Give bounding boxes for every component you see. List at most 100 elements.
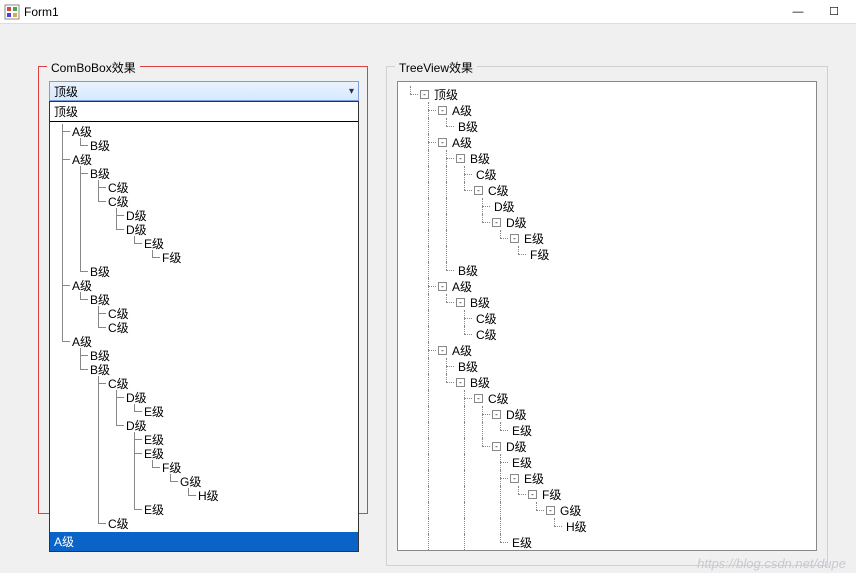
tree-item[interactable]: B级: [402, 262, 812, 278]
expander-icon[interactable]: -: [510, 474, 519, 483]
expander-icon[interactable]: -: [492, 218, 501, 227]
tree-node: -B级C级C级: [402, 294, 812, 342]
tree-node: -D级E级-E级-F级-G级H级E级: [402, 438, 812, 550]
tree-item[interactable]: -D级: [402, 214, 812, 230]
tree-item[interactable]: E级: [402, 534, 812, 550]
tree-item[interactable]: F级: [402, 246, 812, 262]
expander-icon[interactable]: -: [492, 442, 501, 451]
combo-tree-item[interactable]: D级: [54, 390, 354, 404]
tree-item[interactable]: -顶级: [402, 86, 812, 102]
combo-tree-item[interactable]: C级: [54, 516, 354, 530]
tree-item[interactable]: C级: [402, 326, 812, 342]
tree-item[interactable]: H级: [402, 518, 812, 534]
expander-icon[interactable]: -: [456, 378, 465, 387]
tree-item[interactable]: -B级: [402, 374, 812, 390]
tree-item-label: C级: [486, 390, 511, 407]
combo-tree-item[interactable]: B级: [54, 292, 354, 306]
tree-item[interactable]: E级: [402, 454, 812, 470]
expander-icon[interactable]: -: [456, 298, 465, 307]
combo-tree-item[interactable]: E级: [54, 236, 354, 250]
combo-tree-item[interactable]: D级: [54, 418, 354, 432]
combo-tree-item[interactable]: D级: [54, 208, 354, 222]
combo-tree-item[interactable]: E级: [54, 432, 354, 446]
combo-tree-item-label: B级: [90, 361, 110, 378]
tree-node: -G级H级: [402, 502, 812, 534]
tree-item[interactable]: -A级: [402, 134, 812, 150]
combo-tree-item[interactable]: C级: [54, 376, 354, 390]
combo-tree-item[interactable]: D级: [54, 222, 354, 236]
combo-tree-item-label: F级: [162, 249, 181, 266]
combo-tree-node: A级B级C级C级D级D级E级F级B级: [54, 152, 354, 278]
maximize-button[interactable]: ☐: [816, 0, 852, 24]
tree-node: -E级-F级-G级H级: [402, 470, 812, 534]
tree-item-label: E级: [510, 534, 534, 551]
expander-icon[interactable]: -: [474, 394, 483, 403]
combo-tree-item[interactable]: B级: [54, 138, 354, 152]
combo-tree-item-label: C级: [108, 319, 129, 336]
expander-icon[interactable]: -: [438, 106, 447, 115]
tree-item[interactable]: -F级: [402, 486, 812, 502]
combobox-dropdown[interactable]: 顶级 A级B级A级B级C级C级D级D级E级F级B级A级B级C级C级A级B级B级C…: [49, 101, 359, 552]
combobox-highlighted-item[interactable]: A级: [50, 532, 358, 551]
combo-tree-item[interactable]: C级: [54, 180, 354, 194]
tree-item-label: B级: [468, 294, 492, 311]
expander-icon[interactable]: -: [546, 506, 555, 515]
tree-item[interactable]: -B级: [402, 150, 812, 166]
expander-icon[interactable]: -: [528, 490, 537, 499]
combo-tree-item[interactable]: C级: [54, 194, 354, 208]
combo-tree-item[interactable]: B级: [54, 166, 354, 180]
tree-item[interactable]: -G级: [402, 502, 812, 518]
treeview[interactable]: -顶级-A级B级-A级-B级C级-C级D级-D级-E级F级B级-A级-B级C级C…: [397, 81, 817, 551]
tree-item[interactable]: -A级: [402, 342, 812, 358]
tree-item[interactable]: E级: [402, 422, 812, 438]
tree-item[interactable]: -C级: [402, 182, 812, 198]
tree-item-label: C级: [474, 550, 499, 552]
minimize-button[interactable]: —: [780, 0, 816, 24]
tree-item[interactable]: -E级: [402, 470, 812, 486]
tree-item[interactable]: -D级: [402, 438, 812, 454]
tree-item[interactable]: -E级: [402, 230, 812, 246]
combo-tree-item-label: E级: [144, 403, 164, 420]
tree-item[interactable]: -D级: [402, 406, 812, 422]
tree-node: B级: [402, 118, 812, 134]
tree-item[interactable]: -A级: [402, 278, 812, 294]
expander-icon[interactable]: -: [420, 90, 429, 99]
expander-icon[interactable]: -: [438, 282, 447, 291]
tree-item[interactable]: -B级: [402, 294, 812, 310]
tree-item[interactable]: C级: [402, 550, 812, 551]
tree-item[interactable]: B级: [402, 118, 812, 134]
expander-icon[interactable]: -: [438, 138, 447, 147]
tree-item[interactable]: B级: [402, 358, 812, 374]
combobox-selected[interactable]: 顶级 ▾: [49, 81, 359, 101]
combo-tree-item[interactable]: E级: [54, 446, 354, 460]
combo-tree-item[interactable]: E级: [54, 502, 354, 516]
tree-item-label: A级: [450, 134, 474, 151]
combobox-tree[interactable]: A级B级A级B级C级C级D级D级E级F级B级A级B级C级C级A级B级B级C级D级…: [50, 122, 358, 530]
tree-item[interactable]: -A级: [402, 102, 812, 118]
expander-icon[interactable]: -: [438, 346, 447, 355]
combo-tree-item-label: A级: [72, 333, 92, 350]
combo-tree-item[interactable]: E级: [54, 404, 354, 418]
tree-node: B级: [402, 358, 812, 374]
tree-item[interactable]: C级: [402, 166, 812, 182]
expander-icon[interactable]: -: [474, 186, 483, 195]
tree-item-label: D级: [504, 406, 529, 423]
tree-item[interactable]: C级: [402, 310, 812, 326]
combo-tree-item[interactable]: B级: [54, 362, 354, 376]
tree-node: -F级-G级H级: [402, 486, 812, 534]
combo-tree-item[interactable]: H级: [54, 488, 354, 502]
combo-tree-item[interactable]: C级: [54, 306, 354, 320]
combo-tree-item[interactable]: C级: [54, 320, 354, 334]
expander-icon[interactable]: -: [492, 410, 501, 419]
tree-item-label: D级: [504, 438, 529, 455]
tree-item[interactable]: -C级: [402, 390, 812, 406]
app-icon: [4, 4, 20, 20]
combo-tree-node: E级: [54, 502, 354, 516]
expander-icon[interactable]: -: [456, 154, 465, 163]
combo-tree-item[interactable]: F级: [54, 460, 354, 474]
tree-item[interactable]: D级: [402, 198, 812, 214]
combo-tree-item[interactable]: B级: [54, 264, 354, 278]
combobox-root-item[interactable]: 顶级: [50, 102, 358, 122]
combobox[interactable]: 顶级 ▾ 顶级 A级B级A级B级C级C级D级D级E级F级B级A级B级C级C级A级…: [49, 81, 359, 101]
expander-icon[interactable]: -: [510, 234, 519, 243]
